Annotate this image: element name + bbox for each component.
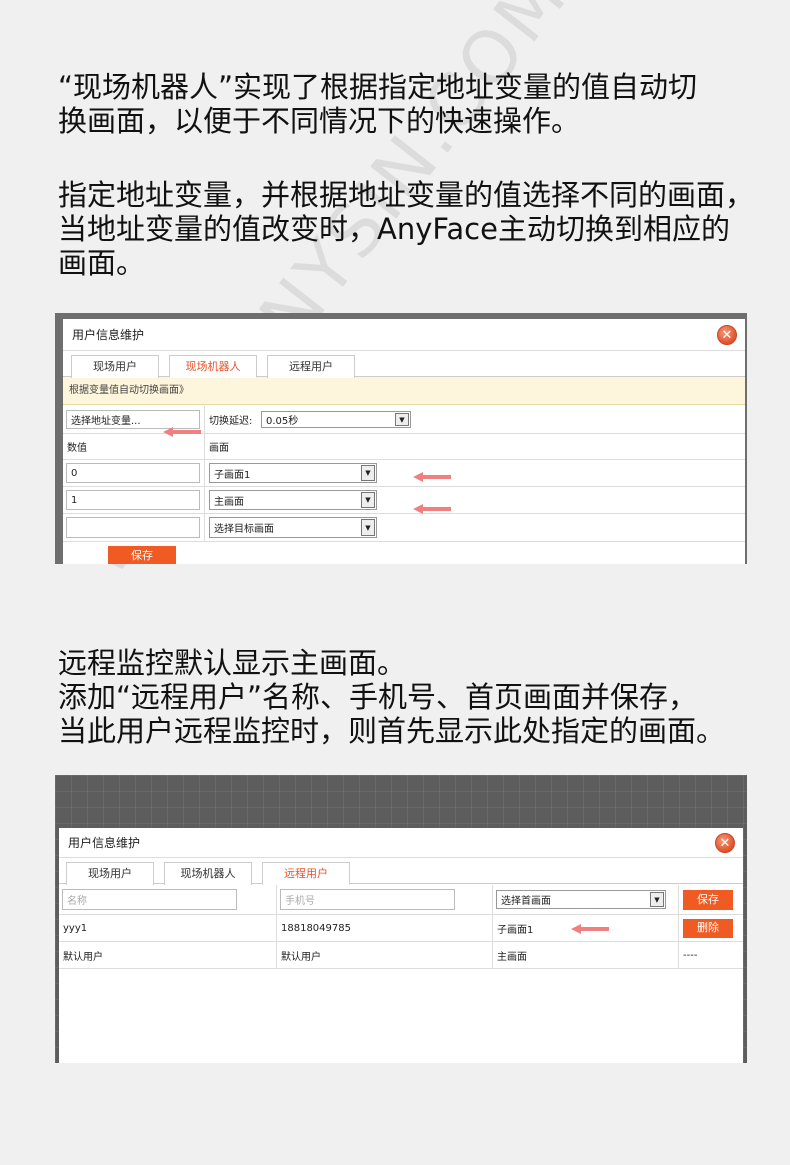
delay-value: 0.05秒 (266, 416, 299, 427)
col-value-header: 数值 (63, 434, 205, 459)
screenshot-remote-tab: 用户信息维护 ✕ 现场用户 现场机器人 远程用户 名称 手机号 选择首画面 ▼ … (55, 775, 747, 1063)
user-info-dialog: 用户信息维护 ✕ 现场用户 现场机器人 远程用户 根据变量值自动切换画面》 选择… (63, 319, 745, 564)
screen-cell: 子画面1 ▼ (205, 460, 745, 486)
action-cell: 删除 (679, 915, 743, 941)
screen-value: 主画面 (493, 942, 679, 968)
tab-remote-user[interactable]: 远程用户 (267, 355, 355, 378)
tab-local-robot[interactable]: 现场机器人 (164, 862, 252, 885)
chevron-down-icon[interactable]: ▼ (395, 413, 409, 426)
dialog-title-bar: 用户信息维护 ✕ (59, 828, 743, 858)
screen-value: 主画面 (214, 496, 244, 508)
delay-label: 切换延迟: (209, 416, 253, 427)
value-input[interactable]: 1 (66, 490, 200, 510)
phone-value: 18818049785 (277, 915, 493, 941)
text-line: 当地址变量的值改变时，AnyFace主动切换到相应的 (58, 212, 730, 246)
screen-select[interactable]: 主画面 ▼ (209, 490, 377, 510)
left-arrow-icon (413, 504, 451, 514)
text-line: 画面。 (58, 246, 146, 280)
name-cell: 名称 (59, 885, 277, 914)
screen-value: 子画面1 (214, 469, 251, 481)
left-arrow-icon (571, 924, 609, 934)
intro-paragraph-robot: “现场机器人”实现了根据指定地址变量的值自动切 换画面，以便于不同情况下的快速操… (58, 70, 758, 138)
chevron-down-icon[interactable]: ▼ (361, 519, 375, 536)
save-button[interactable]: 保存 (108, 546, 176, 564)
chevron-down-icon[interactable]: ▼ (650, 892, 664, 907)
value-input[interactable]: 0 (66, 463, 200, 483)
text-line: 远程监控默认显示主画面。 (58, 646, 407, 680)
left-arrow-icon (163, 427, 201, 437)
text-line: 换画面，以便于不同情况下的快速操作。 (58, 104, 581, 138)
phone-value: 默认用户 (277, 942, 493, 968)
table-row: 选择目标画面 ▼ (63, 514, 745, 542)
value-input[interactable] (66, 517, 200, 538)
save-button[interactable]: 保存 (683, 890, 733, 910)
dialog-title-bar: 用户信息维护 ✕ (63, 319, 745, 351)
screen-cell: 选择目标画面 ▼ (205, 514, 745, 541)
screenshot-robot-tab: 用户信息维护 ✕ 现场用户 现场机器人 远程用户 根据变量值自动切换画面》 选择… (55, 313, 747, 564)
phone-cell: 手机号 (277, 885, 493, 914)
delay-select[interactable]: 0.05秒 ▼ (261, 411, 411, 428)
table-row: 默认用户 默认用户 主画面 ---- (59, 942, 743, 969)
tab-local-user[interactable]: 现场用户 (66, 862, 154, 885)
close-icon[interactable]: ✕ (715, 833, 735, 853)
text-line: 指定地址变量，并根据地址变量的值选择不同的画面， (58, 178, 755, 212)
user-info-dialog: 用户信息维护 ✕ 现场用户 现场机器人 远程用户 名称 手机号 选择首画面 ▼ … (59, 828, 743, 1063)
action-value: ---- (683, 949, 698, 961)
value-cell (63, 514, 205, 541)
screen-select[interactable]: 子画面1 ▼ (209, 463, 377, 483)
tab-local-robot[interactable]: 现场机器人 (169, 355, 257, 378)
home-screen-value: 选择首画面 (501, 896, 551, 907)
delete-button[interactable]: 删除 (683, 919, 733, 938)
table-row: 0 子画面1 ▼ (63, 460, 745, 487)
tab-bar: 现场用户 现场机器人 远程用户 (59, 858, 743, 885)
value-cell: 0 (63, 460, 205, 486)
text-line: 当此用户远程监控时，则首先显示此处指定的画面。 (58, 714, 726, 748)
screen-cell: 主画面 ▼ (205, 487, 745, 513)
action-cell: 保存 (679, 885, 743, 914)
intro-paragraph-switch: 指定地址变量，并根据地址变量的值选择不同的画面， 当地址变量的值改变时，AnyF… (58, 178, 758, 280)
phone-input[interactable]: 手机号 (280, 889, 455, 910)
dialog-title: 用户信息维护 (72, 328, 145, 342)
chevron-down-icon[interactable]: ▼ (361, 465, 375, 481)
value-cell: 1 (63, 487, 205, 513)
dialog-title: 用户信息维护 (68, 836, 141, 850)
screen-select[interactable]: 选择目标画面 ▼ (209, 517, 377, 538)
delay-cell: 切换延迟: 0.05秒 ▼ (205, 406, 745, 433)
home-screen-cell: 选择首画面 ▼ (493, 885, 679, 914)
left-arrow-icon (413, 472, 451, 482)
chevron-down-icon[interactable]: ▼ (361, 492, 375, 508)
header-row: 数值 画面 (63, 434, 745, 460)
tab-local-user[interactable]: 现场用户 (71, 355, 159, 378)
col-screen-header: 画面 (209, 443, 229, 454)
home-screen-select[interactable]: 选择首画面 ▼ (496, 890, 666, 909)
table-row: yyy1 18818049785 子画面1 删除 (59, 915, 743, 942)
intro-paragraph-remote: 远程监控默认显示主画面。 添加“远程用户”名称、手机号、首页画面并保存， 当此用… (58, 646, 758, 748)
name-input[interactable]: 名称 (62, 889, 237, 910)
text-line: 添加“远程用户”名称、手机号、首页画面并保存， (58, 680, 698, 714)
tab-bar: 现场用户 现场机器人 远程用户 (63, 351, 745, 378)
tab-remote-user[interactable]: 远程用户 (262, 862, 350, 885)
auto-switch-banner: 根据变量值自动切换画面》 (63, 377, 745, 405)
name-value: yyy1 (59, 915, 277, 941)
table-row: 1 主画面 ▼ (63, 487, 745, 514)
close-icon[interactable]: ✕ (717, 325, 737, 345)
screen-value: 选择目标画面 (214, 524, 274, 535)
name-value: 默认用户 (59, 942, 277, 968)
input-row: 名称 手机号 选择首画面 ▼ 保存 (59, 885, 743, 915)
text-line: “现场机器人”实现了根据指定地址变量的值自动切 (58, 70, 698, 104)
